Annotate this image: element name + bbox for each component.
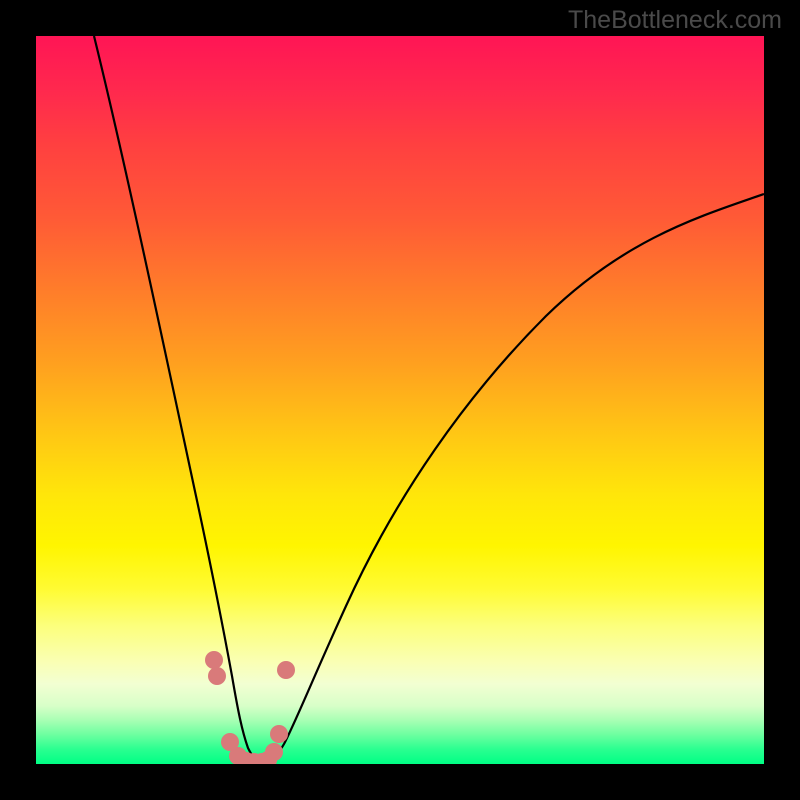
chart-container: TheBottleneck.com — [0, 0, 800, 800]
left-curve — [94, 36, 262, 763]
plot-area — [36, 36, 764, 764]
watermark-text: TheBottleneck.com — [568, 6, 782, 35]
marker-group — [205, 651, 295, 764]
curve-layer — [36, 36, 764, 764]
right-curve — [262, 194, 764, 763]
